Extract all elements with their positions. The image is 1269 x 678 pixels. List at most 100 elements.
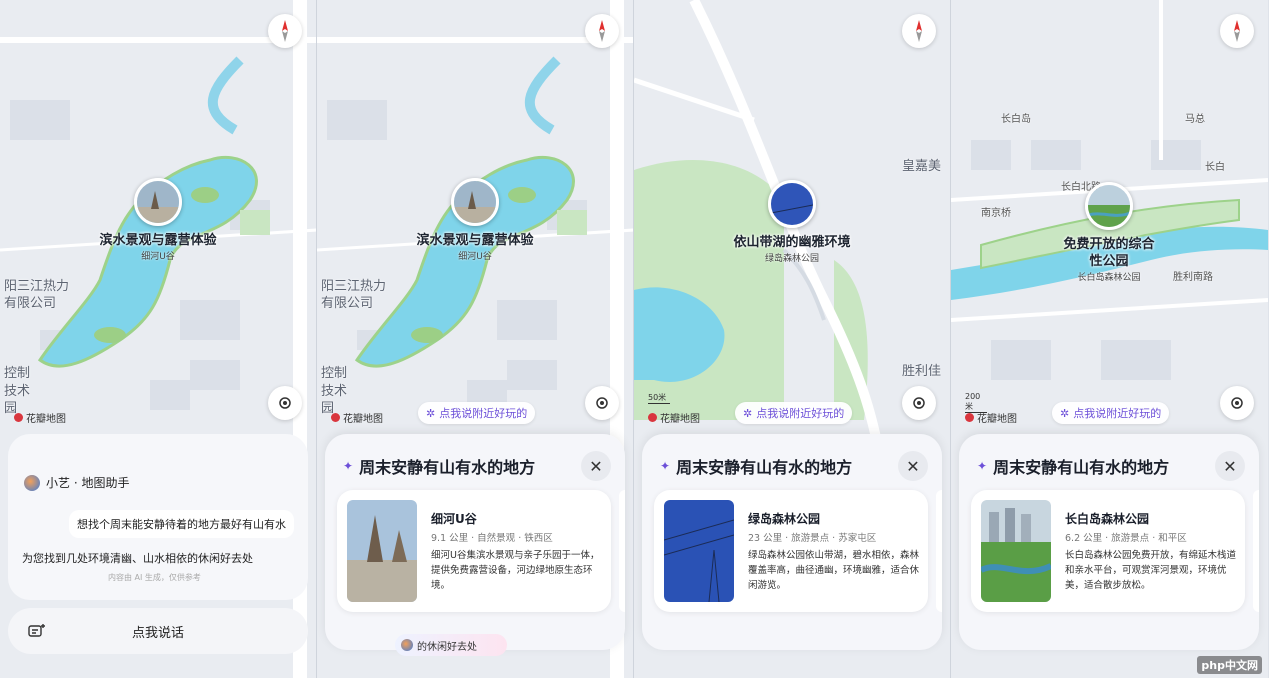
place-photo	[981, 500, 1051, 602]
poi-pin[interactable]: 滨水景观与露营体验 细河U谷	[400, 178, 550, 262]
assistant-reply: 为您找到几处环境清幽、山水相依的休闲好去处	[22, 552, 253, 565]
screenshot-strip: 阳三江热力 有限公司 控制 技术 园 滨水景观与露营体验 细河U谷 花瓣地图 小…	[0, 0, 1269, 678]
place-card[interactable]: 长白岛森林公园 6.2 公里 · 旅游景点 · 和平区 长白岛森林公园免费开放，…	[971, 490, 1245, 612]
poi-title: 依山带湖的幽雅环境	[733, 235, 851, 250]
assistant-name: 小艺 · 地图助手	[46, 476, 130, 490]
place-meta: 23 公里 · 旅游景点 · 苏家屯区	[748, 533, 877, 544]
assistant-avatar	[24, 474, 40, 491]
place-photo	[347, 500, 417, 602]
locate-icon[interactable]	[1220, 386, 1254, 420]
panel-1: 阳三江热力 有限公司 控制 技术 园 滨水景观与露营体验 细河U谷 花瓣地图 小…	[0, 0, 317, 678]
compass-icon[interactable]	[585, 14, 619, 48]
suggestion-chip-label: 点我说附近好玩的	[756, 407, 845, 420]
panel-3: 皇嘉美 胜利佳 依山带湖的幽雅环境 绿岛森林公园 50米 花瓣地图 ✲ 点我说附近…	[634, 0, 951, 678]
sheet-header: ✦ 周末安静有山有水的地方 ✕	[959, 434, 1259, 498]
result-sheet: ✦ 周末安静有山有水的地方 ✕ 长白岛森林公园 6.2 公里 · 旅游景点 · …	[959, 434, 1259, 650]
place-name: 绿岛森林公园	[748, 512, 821, 526]
map-brand: 花瓣地图	[14, 410, 66, 425]
talk-button-label: 点我说话	[131, 625, 184, 641]
assistant-card: 小艺 · 地图助手 想找个周末能安静待着的地方最好有山有水 为您找到几处环境清幽…	[8, 434, 308, 600]
place-card[interactable]: 绿岛森林公园 23 公里 · 旅游景点 · 苏家屯区 绿岛森林公园依山带湖，碧水…	[654, 490, 928, 612]
map-label: 有限公司	[321, 296, 374, 311]
map-brand: 花瓣地图	[965, 410, 1017, 425]
assistant-avatar	[401, 639, 413, 651]
map-label: 长白	[1205, 162, 1225, 173]
close-icon[interactable]: ✕	[898, 451, 928, 481]
map-brand: 花瓣地图	[331, 410, 383, 425]
poi-title-line-2: 性公园	[1089, 254, 1129, 269]
suggestion-chip[interactable]: ✲ 点我说附近好玩的	[735, 402, 853, 424]
map-label: 南京桥	[981, 208, 1011, 219]
panel-2: 阳三江热力 有限公司 控制 技术 园 滨水景观与露营体验 细河U谷 花瓣地图 ✲…	[317, 0, 634, 678]
brand-logo-icon	[965, 413, 974, 422]
place-description: 绿岛森林公园依山带湖，碧水相依，森林覆盖率高，曲径通幽，环境幽雅，适合休闲游览。	[748, 550, 920, 591]
sparkle-icon: ✦	[977, 459, 988, 473]
place-meta: 6.2 公里 · 旅游景点 · 和平区	[1065, 533, 1187, 544]
poi-thumbnail	[134, 178, 182, 226]
map-label: 皇嘉美	[902, 159, 942, 174]
next-card-peek[interactable]	[1253, 490, 1259, 612]
sparkle-icon: ✲	[1060, 406, 1070, 420]
floating-reply-text: 的休闲好去处	[417, 641, 477, 653]
suggestion-chip-label: 点我说附近好玩的	[1073, 407, 1162, 420]
watermark: php中文网	[1197, 656, 1262, 674]
compass-icon[interactable]	[1220, 14, 1254, 48]
brand-logo-icon	[648, 413, 657, 422]
sparkle-icon: ✲	[426, 406, 436, 420]
close-icon[interactable]: ✕	[1215, 451, 1245, 481]
result-sheet: ✦ 周末安静有山有水的地方 ✕ 细河U谷 9.1 公里 · 自然景观 · 铁西区…	[325, 434, 625, 650]
brand-logo-icon	[14, 413, 23, 422]
result-sheet: ✦ 周末安静有山有水的地方 ✕ 绿岛森林公园 23 公里 · 旅游景点 · 苏家…	[642, 434, 942, 650]
next-card-peek[interactable]	[936, 490, 942, 612]
poi-pin[interactable]: 依山带湖的幽雅环境 绿岛森林公园	[717, 180, 867, 264]
place-photo	[664, 500, 734, 602]
place-description: 细河U谷集滨水景观与亲子乐园于一体，提供免费露营设备，河边绿地原生态环境。	[431, 550, 600, 591]
sparkle-icon: ✦	[343, 459, 354, 473]
ai-disclaimer: 内容由 AI 生成，仅供参考	[108, 573, 201, 582]
brand-name: 花瓣地图	[343, 414, 383, 425]
sparkle-icon: ✦	[660, 459, 671, 473]
next-card-peek[interactable]	[619, 490, 625, 612]
compass-icon[interactable]	[268, 14, 302, 48]
brand-logo-icon	[331, 413, 340, 422]
sheet-title: 周末安静有山有水的地方	[359, 458, 536, 477]
suggestion-chip[interactable]: ✲ 点我说附近好玩的	[418, 402, 536, 424]
map-brand: 花瓣地图	[648, 410, 700, 425]
map-label: 控制	[4, 366, 31, 381]
compass-icon[interactable]	[902, 14, 936, 48]
map-label: 胜利佳	[902, 364, 942, 379]
map-label: 有限公司	[4, 296, 57, 311]
poi-title: 滨水景观与露营体验	[99, 233, 217, 248]
place-meta: 9.1 公里 · 自然景观 · 铁西区	[431, 533, 553, 544]
poi-subtitle: 绿岛森林公园	[764, 254, 819, 264]
map-label: 长白岛	[1001, 114, 1031, 125]
poi-title-line-1: 免费开放的综合	[1063, 237, 1155, 252]
floating-reply-pill[interactable]: 的休闲好去处	[395, 634, 507, 656]
sheet-title: 周末安静有山有水的地方	[676, 458, 853, 477]
poi-subtitle: 细河U谷	[141, 252, 175, 262]
user-query-bubble: 想找个周末能安静待着的地方最好有山有水	[69, 510, 294, 538]
locate-icon[interactable]	[902, 386, 936, 420]
place-name: 长白岛森林公园	[1065, 512, 1150, 526]
locate-icon[interactable]	[585, 386, 619, 420]
suggestion-chip[interactable]: ✲ 点我说附近好玩的	[1052, 402, 1170, 424]
sparkle-icon: ✲	[743, 406, 753, 420]
poi-title: 滨水景观与露营体验	[416, 233, 534, 248]
place-card[interactable]: 细河U谷 9.1 公里 · 自然景观 · 铁西区 细河U谷集滨水景观与亲子乐园于…	[337, 490, 611, 612]
assistant-header: 小艺 · 地图助手	[24, 474, 129, 491]
poi-subtitle: 长白岛森林公园	[1077, 273, 1141, 283]
close-icon[interactable]: ✕	[581, 451, 611, 481]
poi-thumbnail	[1085, 182, 1133, 230]
locate-icon[interactable]	[268, 386, 302, 420]
poi-thumbnail	[768, 180, 816, 228]
poi-pin[interactable]: 免费开放的综合 性公园 长白岛森林公园	[1034, 182, 1184, 283]
sheet-header: ✦ 周末安静有山有水的地方 ✕	[642, 434, 942, 498]
map-label: 马总	[1185, 114, 1205, 125]
sheet-header: ✦ 周末安静有山有水的地方 ✕	[325, 434, 625, 498]
brand-name: 花瓣地图	[26, 414, 66, 425]
map-label: 控制	[321, 366, 348, 381]
poi-pin[interactable]: 滨水景观与露营体验 细河U谷	[83, 178, 233, 262]
talk-button[interactable]: 点我说话	[8, 608, 308, 654]
poi-title: 免费开放的综合 性公园	[1063, 236, 1154, 270]
poi-subtitle: 细河U谷	[458, 252, 492, 262]
